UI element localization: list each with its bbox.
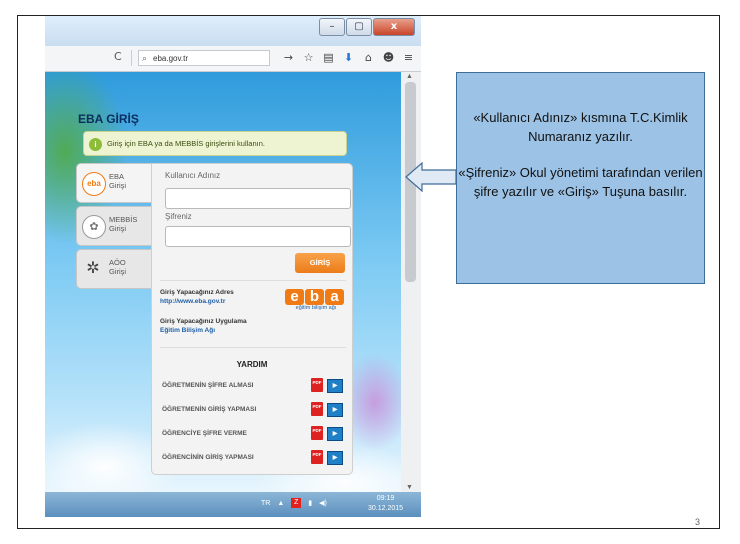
page-title: EBA GİRİŞ xyxy=(78,112,139,126)
taskbar-clock[interactable]: 09:19 30.12.2015 xyxy=(368,494,403,514)
eba-logo-letter: a xyxy=(325,289,344,305)
help-item-label: ÖĞRETMENİN ŞİFRE ALMASI xyxy=(162,382,254,389)
tab-mebbis-line1: MEBBİS xyxy=(109,215,138,224)
network-icon[interactable]: ▮ xyxy=(308,499,312,507)
help-item-label: ÖĞRENCİNİN GİRİŞ YAPMASI xyxy=(162,454,254,461)
window-titlebar: – ▢ x xyxy=(45,16,421,46)
address-link[interactable]: http://www.eba.gov.tr xyxy=(160,297,225,306)
tray-arrow-icon[interactable]: ▲ xyxy=(277,500,284,507)
close-button[interactable]: x xyxy=(373,18,415,36)
password-label: Şifreniz xyxy=(165,212,192,221)
menu-icon[interactable]: ≡ xyxy=(400,50,417,66)
eba-logo-letter: e xyxy=(285,289,304,305)
help-item: ÖĞRENCİYE ŞİFRE VERME PDF ▶ xyxy=(162,424,352,444)
callout-paragraph-2: «Şifreniz» Okul yönetimi tarafından veri… xyxy=(458,165,703,199)
help-item-label: ÖĞRETMENİN GİRİŞ YAPMASI xyxy=(162,406,257,413)
info-text: Giriş için EBA ya da MEBBİS girişlerini … xyxy=(107,139,265,148)
chat-icon[interactable]: ☻ xyxy=(380,50,397,66)
aoo-icon: ✲ xyxy=(86,260,100,277)
password-input[interactable] xyxy=(165,226,351,247)
maximize-button[interactable]: ▢ xyxy=(346,18,372,36)
bookmark-star-icon[interactable]: ☆ xyxy=(300,50,317,66)
pdf-icon[interactable]: PDF xyxy=(311,426,323,440)
page-scrollbar[interactable]: ▲ ▼ xyxy=(401,72,421,492)
language-indicator[interactable]: TR xyxy=(261,500,270,507)
scroll-down-icon[interactable]: ▼ xyxy=(406,484,413,491)
app-label: Giriş Yapacağınız Uygulama xyxy=(160,318,247,325)
slide-number: 3 xyxy=(695,517,701,527)
windows-taskbar: TR ▲ Z ▮ ◀) 09:19 30.12.2015 xyxy=(45,492,421,517)
scroll-up-icon[interactable]: ▲ xyxy=(406,73,413,80)
address-label: Giriş Yapacağınız Adres xyxy=(160,289,234,296)
clock-date: 30.12.2015 xyxy=(368,505,404,512)
tab-eba-line1: EBA xyxy=(109,172,125,181)
divider xyxy=(160,280,346,281)
reading-list-icon[interactable]: ▤ xyxy=(320,50,337,66)
address-bar[interactable]: ⌕ eba.gov.tr xyxy=(138,50,270,66)
video-icon[interactable]: ▶ xyxy=(327,403,343,417)
eba-logo: e b a eğitim bilişim ağı xyxy=(285,289,347,319)
tab-aoo-line1: AÖO xyxy=(109,258,126,267)
clock-time: 09:19 xyxy=(376,495,395,502)
help-item-label: ÖĞRENCİYE ŞİFRE VERME xyxy=(162,430,247,437)
eba-logo-letter: b xyxy=(305,289,324,305)
callout-paragraph-1: «Kullanıcı Adınız» kısmına T.C.Kimlik Nu… xyxy=(473,110,688,144)
tab-aoo-line2: Girişi xyxy=(109,267,127,276)
eba-logo-subtitle: eğitim bilişim ağı xyxy=(295,305,337,311)
meb-emblem-icon: ✿ xyxy=(82,215,106,239)
browser-screenshot: – ▢ x C ⌕ eba.gov.tr → ☆ ▤ ⬇ ⌂ ☻ ≡ EBA G… xyxy=(45,16,421,517)
toolbar-icons: → ☆ ▤ ⬇ ⌂ ☻ ≡ xyxy=(280,50,420,66)
video-icon[interactable]: ▶ xyxy=(327,379,343,393)
slide: – ▢ x C ⌕ eba.gov.tr → ☆ ▤ ⬇ ⌂ ☻ ≡ EBA G… xyxy=(17,15,720,529)
go-arrow-icon[interactable]: → xyxy=(280,50,297,66)
help-item: ÖĞRENCİNİN GİRİŞ YAPMASI PDF ▶ xyxy=(162,448,352,468)
eba-logo-icon: eba xyxy=(82,172,106,196)
help-title: YARDIM xyxy=(236,360,268,369)
tab-mebbis-line2: Girişi xyxy=(109,224,127,233)
volume-icon[interactable]: ◀) xyxy=(319,499,327,507)
app-link[interactable]: Eğitim Bilişim Ağı xyxy=(160,326,215,335)
instruction-callout: «Kullanıcı Adınız» kısmına T.C.Kimlik Nu… xyxy=(456,72,705,284)
browser-toolbar: C ⌕ eba.gov.tr → ☆ ▤ ⬇ ⌂ ☻ ≡ xyxy=(45,46,421,72)
home-icon[interactable]: ⌂ xyxy=(360,50,377,66)
antivirus-icon[interactable]: Z xyxy=(291,498,302,508)
reload-icon[interactable]: C xyxy=(114,50,132,66)
divider xyxy=(160,347,346,348)
video-icon[interactable]: ▶ xyxy=(327,427,343,441)
video-icon[interactable]: ▶ xyxy=(327,451,343,465)
login-tabs: eba EBA Girişi ✿ MEBBİS Girişi ✲ AÖO Girişi xyxy=(76,163,152,292)
search-icon: ⌕ xyxy=(142,54,148,64)
left-arrow-icon xyxy=(405,162,457,192)
tab-aoo[interactable]: ✲ AÖO Girişi xyxy=(76,249,152,289)
tab-eba-line2: Girişi xyxy=(109,181,127,190)
eba-login-page: EBA GİRİŞ i Giriş için EBA ya da MEBBİS g… xyxy=(45,72,401,492)
tab-mebbis[interactable]: ✿ MEBBİS Girişi xyxy=(76,206,152,246)
minimize-button[interactable]: – xyxy=(319,18,345,36)
help-item: ÖĞRETMENİN ŞİFRE ALMASI PDF ▶ xyxy=(162,376,352,396)
system-tray: TR ▲ Z ▮ ◀) xyxy=(261,498,334,508)
username-input[interactable] xyxy=(165,188,351,209)
pdf-icon[interactable]: PDF xyxy=(311,450,323,464)
info-icon: i xyxy=(89,137,102,151)
username-label: Kullanıcı Adınız xyxy=(165,171,221,180)
login-panel: Kullanıcı Adınız Şifreniz GİRİŞ Giriş Ya… xyxy=(151,163,353,475)
login-button[interactable]: GİRİŞ xyxy=(295,253,345,273)
tab-eba[interactable]: eba EBA Girişi xyxy=(76,163,152,203)
window-controls: – ▢ x xyxy=(318,18,415,36)
download-icon[interactable]: ⬇ xyxy=(340,50,357,66)
pdf-icon[interactable]: PDF xyxy=(311,402,323,416)
pdf-icon[interactable]: PDF xyxy=(311,378,323,392)
help-item: ÖĞRETMENİN GİRİŞ YAPMASI PDF ▶ xyxy=(162,400,352,420)
info-banner: i Giriş için EBA ya da MEBBİS girişlerini… xyxy=(83,131,347,156)
address-bar-url: eba.gov.tr xyxy=(153,54,188,63)
